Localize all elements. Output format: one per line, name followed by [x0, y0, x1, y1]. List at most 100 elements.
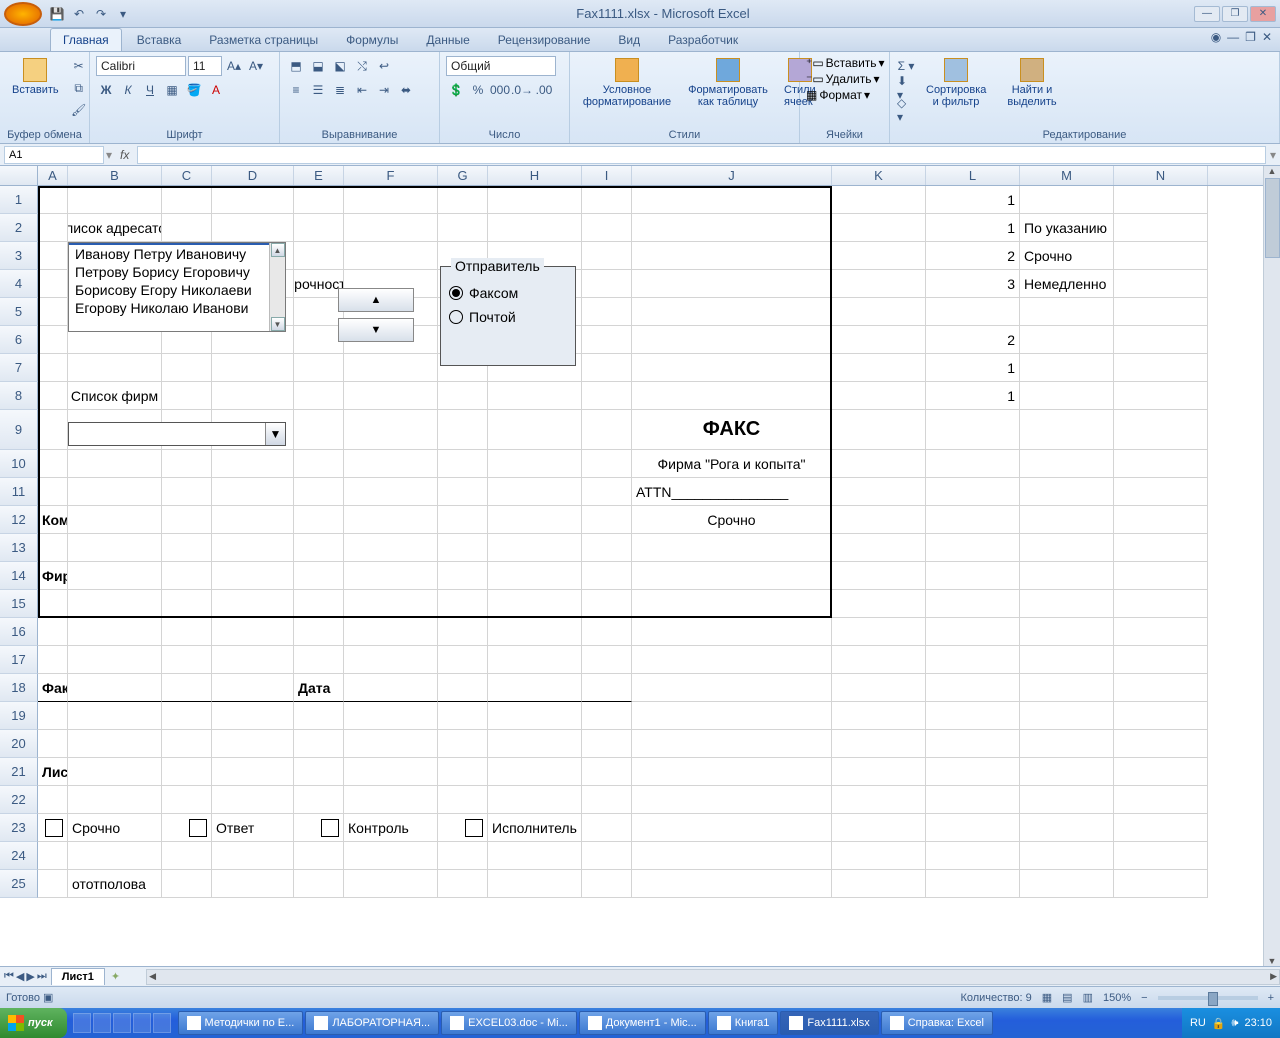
- cell[interactable]: ФАКС: [632, 410, 832, 450]
- cell[interactable]: [832, 270, 926, 298]
- row-header[interactable]: 10: [0, 450, 38, 478]
- col-header[interactable]: K: [832, 166, 926, 185]
- row-header[interactable]: 4: [0, 270, 38, 298]
- cell[interactable]: [1114, 354, 1208, 382]
- cell[interactable]: [832, 870, 926, 898]
- view-pagebreak-icon[interactable]: ▥: [1083, 991, 1093, 1004]
- cell[interactable]: [1114, 326, 1208, 354]
- col-header[interactable]: M: [1020, 166, 1114, 185]
- cell[interactable]: [212, 382, 294, 410]
- help-icon[interactable]: ◉: [1211, 30, 1221, 44]
- cell[interactable]: [582, 674, 632, 702]
- cell[interactable]: [1114, 758, 1208, 786]
- cell[interactable]: [632, 382, 832, 410]
- cut-icon[interactable]: ✂: [69, 56, 89, 76]
- cell[interactable]: [162, 618, 212, 646]
- ql-icon[interactable]: [133, 1013, 151, 1033]
- combobox-dropdown-icon[interactable]: ▼: [265, 423, 285, 445]
- cell[interactable]: [488, 562, 582, 590]
- cell[interactable]: [344, 242, 438, 270]
- inc-decimal-icon[interactable]: .0→: [512, 80, 532, 100]
- cell[interactable]: 1: [926, 214, 1020, 242]
- cell[interactable]: [344, 450, 438, 478]
- cell[interactable]: [1020, 674, 1114, 702]
- cell[interactable]: [438, 646, 488, 674]
- row-header[interactable]: 21: [0, 758, 38, 786]
- cell[interactable]: [582, 354, 632, 382]
- cell[interactable]: [1114, 730, 1208, 758]
- cell[interactable]: [162, 646, 212, 674]
- cell[interactable]: [212, 674, 294, 702]
- cell[interactable]: [294, 786, 344, 814]
- cell[interactable]: [294, 242, 344, 270]
- cell[interactable]: Срочно: [1020, 242, 1114, 270]
- cell[interactable]: [294, 214, 344, 242]
- cell[interactable]: [632, 214, 832, 242]
- cell[interactable]: [162, 842, 212, 870]
- list-item[interactable]: Иванову Петру Ивановичу: [69, 245, 285, 263]
- cell[interactable]: [926, 506, 1020, 534]
- prev-sheet-icon[interactable]: ◀: [16, 970, 24, 983]
- cell[interactable]: [294, 562, 344, 590]
- cell[interactable]: [1020, 534, 1114, 562]
- taskbar-item[interactable]: Справка: Excel: [881, 1011, 993, 1035]
- cell[interactable]: [162, 382, 212, 410]
- orientation-icon[interactable]: ⤭: [352, 56, 372, 76]
- ql-icon[interactable]: [93, 1013, 111, 1033]
- row-header[interactable]: 22: [0, 786, 38, 814]
- border-icon[interactable]: ▦: [162, 80, 182, 100]
- cell[interactable]: [582, 702, 632, 730]
- cell[interactable]: [212, 730, 294, 758]
- taskbar-item[interactable]: EXCEL03.doc - Mi...: [441, 1011, 577, 1035]
- cell[interactable]: [832, 674, 926, 702]
- shrink-font-icon[interactable]: A▾: [246, 56, 266, 76]
- cell[interactable]: [1020, 590, 1114, 618]
- cell[interactable]: [926, 298, 1020, 326]
- cell[interactable]: [632, 298, 832, 326]
- cell[interactable]: [1114, 214, 1208, 242]
- col-header[interactable]: H: [488, 166, 582, 185]
- tab-home[interactable]: Главная: [50, 28, 122, 51]
- bold-button[interactable]: Ж: [96, 80, 116, 100]
- cell[interactable]: [926, 450, 1020, 478]
- cell[interactable]: Список фирм: [68, 382, 162, 410]
- cell[interactable]: [68, 646, 162, 674]
- cell[interactable]: [38, 534, 68, 562]
- cell[interactable]: Кому: [38, 506, 68, 534]
- cell[interactable]: [344, 702, 438, 730]
- format-painter-icon[interactable]: 🖌: [69, 100, 89, 120]
- cell[interactable]: [38, 730, 68, 758]
- undo-icon[interactable]: ↶: [70, 5, 88, 23]
- col-header[interactable]: J: [632, 166, 832, 185]
- cell[interactable]: [1114, 786, 1208, 814]
- cell[interactable]: [832, 478, 926, 506]
- font-color-icon[interactable]: A: [206, 80, 226, 100]
- cell[interactable]: [212, 842, 294, 870]
- cell[interactable]: [294, 590, 344, 618]
- cell[interactable]: ATTN_______________: [632, 478, 832, 506]
- cell[interactable]: [582, 618, 632, 646]
- radio-fax[interactable]: Факсом: [449, 285, 567, 301]
- cell[interactable]: [582, 646, 632, 674]
- cell[interactable]: Дата: [294, 674, 344, 702]
- cell[interactable]: [1020, 758, 1114, 786]
- cell[interactable]: [212, 786, 294, 814]
- cell[interactable]: [68, 354, 162, 382]
- cell[interactable]: [632, 354, 832, 382]
- align-middle-icon[interactable]: ⬓: [308, 56, 328, 76]
- cell[interactable]: [488, 646, 582, 674]
- row-header[interactable]: 16: [0, 618, 38, 646]
- cell[interactable]: [38, 786, 68, 814]
- cell[interactable]: [344, 186, 438, 214]
- select-all-corner[interactable]: [0, 166, 38, 185]
- paste-button[interactable]: Вставить: [6, 56, 65, 98]
- align-center-icon[interactable]: ☰: [308, 80, 328, 100]
- cell[interactable]: [1114, 186, 1208, 214]
- save-icon[interactable]: 💾: [48, 5, 66, 23]
- ql-icon[interactable]: [153, 1013, 171, 1033]
- row-header[interactable]: 1: [0, 186, 38, 214]
- cell[interactable]: [38, 354, 68, 382]
- next-sheet-icon[interactable]: ▶: [26, 970, 34, 983]
- cell[interactable]: [632, 870, 832, 898]
- scroll-up-icon[interactable]: ▲: [271, 243, 285, 257]
